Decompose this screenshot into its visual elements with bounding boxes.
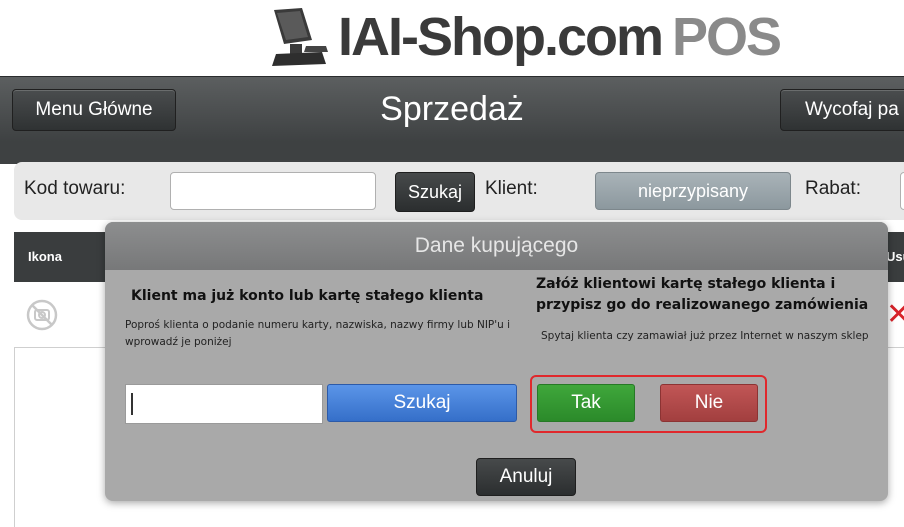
client-label: Klient: <box>485 178 538 199</box>
dialog-title: Dane kupującego <box>105 222 888 270</box>
existing-client-heading: Klient ma już konto lub kartę stałego kl… <box>131 288 484 304</box>
header-bar: Menu Główne Sprzedaż Wycofaj pa <box>0 76 904 142</box>
logo-text: IAI-Shop.com POS <box>338 4 782 70</box>
undo-button[interactable]: Wycofaj pa <box>780 89 904 131</box>
discount-label: Rabat: <box>805 178 861 199</box>
no-image-icon <box>26 299 58 331</box>
no-button[interactable]: Nie <box>660 384 758 422</box>
pos-app: IAI-Shop.com POS Menu Główne Sprzedaż Wyc… <box>0 0 904 527</box>
search-row: Kod towaru: Szukaj Klient: nieprzypisany… <box>14 162 904 220</box>
new-card-hint: Spytaj klienta czy zamawiał już przez In… <box>541 330 869 342</box>
pos-terminal-icon <box>272 8 328 66</box>
product-search-button[interactable]: Szukaj <box>395 172 475 212</box>
new-card-heading: Załóż klientowi kartę stałego klienta i … <box>536 276 869 313</box>
yes-button[interactable]: Tak <box>537 384 635 422</box>
column-header-delete: Usu <box>886 249 904 264</box>
delete-x-icon[interactable]: ✕ <box>886 300 904 330</box>
product-code-input[interactable] <box>170 172 376 210</box>
logo-suffix: POS <box>672 7 782 67</box>
logo-area: IAI-Shop.com POS <box>0 0 904 76</box>
client-search-button[interactable]: Szukaj <box>327 384 517 422</box>
table-border <box>14 348 15 527</box>
client-select-button[interactable]: nieprzypisany <box>595 172 791 210</box>
page-title: Sprzedaż <box>380 90 524 128</box>
text-caret <box>131 393 133 415</box>
header-band <box>0 142 904 164</box>
client-search-input[interactable] <box>125 384 323 424</box>
logo-brand: IAI-Shop.com <box>338 7 664 67</box>
existing-client-hint: Poproś klienta o podanie numeru karty, n… <box>125 319 511 348</box>
discount-input[interactable] <box>900 172 904 210</box>
cancel-button[interactable]: Anuluj <box>476 458 576 496</box>
column-header-icon: Ikona <box>28 249 62 264</box>
product-code-label: Kod towaru: <box>24 178 126 199</box>
buyer-data-dialog: Dane kupującego Klient ma już konto lub … <box>105 222 888 501</box>
